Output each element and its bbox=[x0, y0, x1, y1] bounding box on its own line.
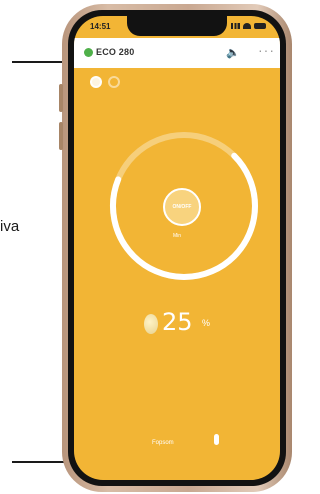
wifi-icon bbox=[243, 23, 251, 29]
app-header: ECO 280 🔈 ··· bbox=[74, 38, 280, 68]
connection-status-dot bbox=[84, 48, 93, 57]
battery-icon bbox=[254, 23, 266, 29]
app-screen: 14:51 ECO 280 🔈 ··· ON/OFF Min 25 % Fops… bbox=[74, 16, 280, 480]
more-icon[interactable]: ··· bbox=[258, 42, 275, 58]
temperature-value: 25 bbox=[162, 308, 193, 336]
phone-frame: 14:51 ECO 280 🔈 ··· ON/OFF Min 25 % Fops… bbox=[59, 4, 292, 492]
thermometer-icon bbox=[144, 314, 158, 334]
mode-chip-icon[interactable] bbox=[108, 76, 120, 88]
phone-bezel: 14:51 ECO 280 🔈 ··· ON/OFF Min 25 % Fops… bbox=[68, 10, 286, 486]
side-label: iva bbox=[0, 218, 20, 235]
speaker-icon[interactable]: 🔈 bbox=[226, 46, 240, 59]
bottom-label: Fopsom bbox=[152, 440, 174, 446]
phone-side-button bbox=[59, 84, 63, 112]
phone-notch bbox=[127, 16, 227, 36]
status-icons bbox=[231, 23, 266, 29]
mode-chip-icon[interactable] bbox=[90, 76, 102, 88]
power-button[interactable]: ON/OFF bbox=[163, 188, 201, 226]
device-name[interactable]: ECO 280 bbox=[96, 47, 134, 57]
dial-sub-label: Min bbox=[172, 233, 182, 239]
phone-side-button bbox=[59, 122, 63, 150]
signal-icon bbox=[231, 23, 240, 29]
status-time: 14:51 bbox=[90, 22, 111, 31]
microphone-icon[interactable] bbox=[214, 434, 219, 445]
temperature-unit: % bbox=[202, 318, 211, 328]
